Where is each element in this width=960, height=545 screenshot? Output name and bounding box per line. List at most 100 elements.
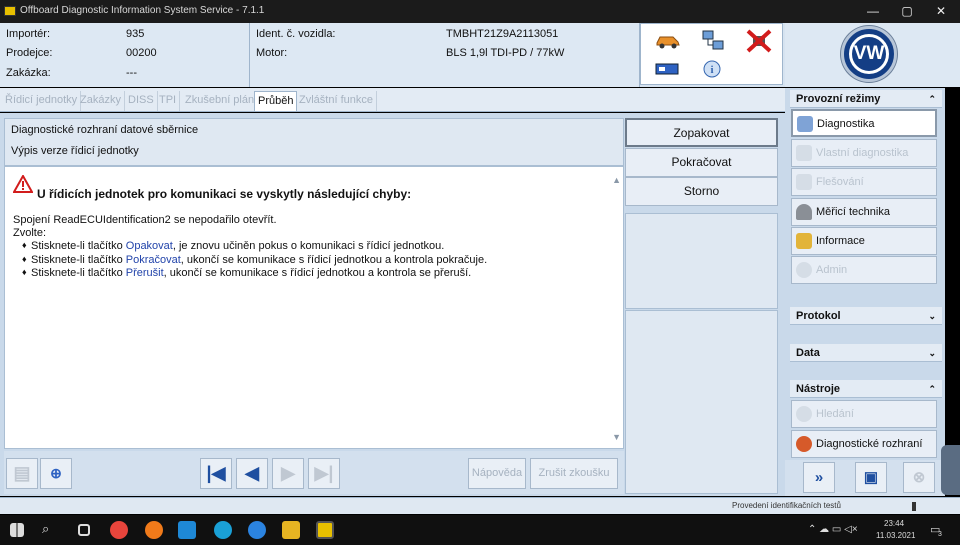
scroll-up-arrow[interactable]: ▲ [612, 175, 621, 185]
option-repeat-link[interactable]: Opakovat [126, 240, 173, 252]
close-button[interactable]: ✕ [924, 0, 958, 23]
collapse-icon[interactable]: ⌃ [928, 380, 936, 398]
tools-header[interactable]: Nástroje ⌃ [790, 380, 942, 398]
clock-date[interactable]: 11.03.2021 [876, 531, 915, 540]
vw-logo: VW [841, 26, 897, 82]
mode-flashing-label: Flešování [816, 176, 864, 188]
admin-icon [796, 262, 812, 278]
tab-progress[interactable]: Průběh [254, 91, 298, 111]
procedure-header: Diagnostické rozhraní datové sběrnice Vý… [4, 118, 624, 166]
protocol-header[interactable]: Protokol ⌄ [790, 307, 942, 325]
title-bar: Offboard Diagnostic Information System S… [0, 0, 960, 23]
option-repeat-pre: Stisknete-li tlačítko [31, 240, 126, 252]
info-icon[interactable]: i [703, 60, 721, 78]
document-icon[interactable]: ▤ [6, 458, 38, 489]
search-icon[interactable]: ⌕ [42, 521, 60, 539]
expand-icon[interactable]: ⌄ [928, 344, 936, 362]
next-step-button[interactable]: ▶ [272, 458, 304, 489]
tray-icons[interactable]: ⌃ ☁ ▭ ◁× [808, 524, 858, 535]
progress-indicator [912, 502, 916, 511]
option-continue: Stisknete-li tlačítko Pokračovat, ukončí… [22, 254, 487, 266]
engine-value: BLS 1,9l TDI-PD / 77kW [446, 47, 565, 59]
warning-icon [13, 175, 33, 193]
books-icon [796, 233, 812, 249]
car-icon[interactable] [655, 33, 681, 49]
teamviewer-icon[interactable] [248, 521, 266, 539]
dealer-value: 00200 [126, 47, 157, 59]
mode-admin-label: Admin [816, 264, 848, 276]
last-step-button[interactable]: ▶| [308, 458, 340, 489]
previous-step-button[interactable]: ◀ [236, 458, 268, 489]
dealer-label: Prodejce: [6, 47, 53, 59]
side-handle[interactable] [941, 445, 960, 495]
close-circle-icon[interactable]: ⊗ [903, 462, 935, 493]
scroll-down-arrow[interactable]: ▼ [612, 432, 621, 442]
usb-icon[interactable] [655, 62, 679, 76]
chrome-icon[interactable] [110, 521, 128, 539]
collapse-icon[interactable]: ⌃ [928, 90, 936, 108]
tab-tpi[interactable]: TPI [156, 91, 181, 111]
file-explorer-icon[interactable] [282, 521, 300, 539]
maximize-button[interactable]: ▢ [890, 0, 924, 23]
tab-test-plan[interactable]: Zkušební plán [182, 91, 259, 111]
brand-logo-box: VW [785, 23, 960, 87]
firefox-icon[interactable] [145, 521, 163, 539]
option-cancel: Stisknete-li tlačítko Přerušit, ukončí s… [22, 267, 471, 279]
cancel-button[interactable]: Storno [625, 177, 778, 206]
odis-app-icon[interactable] [316, 521, 334, 539]
cancel-test-button[interactable]: Zrušit zkoušku [530, 458, 618, 489]
tab-special-functions[interactable]: Zvláštní funkce [296, 91, 377, 111]
mode-admin[interactable]: Admin [791, 256, 937, 284]
disconnected-icon[interactable] [745, 28, 773, 54]
mode-diagnostics[interactable]: Diagnostika [791, 109, 937, 137]
clock-time[interactable]: 23:44 [884, 519, 904, 528]
order-label: Zakázka: [6, 67, 51, 79]
task-view-icon[interactable] [78, 524, 90, 536]
flashing-icon [796, 174, 812, 190]
minimize-button[interactable]: — [856, 0, 890, 23]
mode-measurement[interactable]: Měřicí technika [791, 198, 937, 226]
modes-header[interactable]: Provozní režimy ⌃ [790, 90, 942, 108]
edge-icon[interactable] [214, 521, 232, 539]
option-cancel-link[interactable]: Přerušit [126, 267, 164, 279]
tab-orders[interactable]: Zakázky [77, 91, 125, 111]
gauge-icon [796, 204, 812, 220]
expand-icon[interactable]: ⌄ [928, 307, 936, 325]
option-continue-link[interactable]: Pokračovat [126, 254, 181, 266]
tab-strip: Řídicí jednotky Zakázky DISS TPI Zkušebn… [0, 88, 785, 112]
modes-title: Provozní režimy [796, 93, 881, 105]
tab-control-units[interactable]: Řídicí jednotky [2, 91, 82, 111]
mode-self-diagnosis[interactable]: Vlastní diagnostika [791, 139, 937, 167]
diagnostics-icon [797, 116, 813, 132]
start-icon[interactable] [10, 523, 24, 537]
error-line-1: Spojení ReadECUIdentification2 se nepoda… [13, 214, 277, 226]
mode-information[interactable]: Informace [791, 227, 937, 255]
action-column: Zopakovat Pokračovat Storno [625, 118, 778, 494]
first-step-button[interactable]: |◀ [200, 458, 232, 489]
skype-icon[interactable] [178, 521, 196, 539]
option-repeat-post: , je znovu učiněn pokus o komunikaci s ř… [172, 240, 445, 252]
app-icon [4, 6, 16, 16]
continue-button[interactable]: Pokračovat [625, 148, 778, 177]
bottom-toolbar: ▤ ⊕ |◀ ◀ ▶ ▶| Nápověda Zrušit zkoušku [4, 451, 624, 494]
error-title: U řídicích jednotek pro komunikaci se vy… [37, 187, 412, 201]
dealer-box: Importér: 935 Prodejce: 00200 Zakázka: -… [0, 23, 250, 87]
importer-value: 935 [126, 28, 145, 40]
procedure-line-2: Výpis verze řídicí jednotky [11, 145, 139, 157]
zoom-document-icon[interactable]: ⊕ [40, 458, 72, 489]
data-header[interactable]: Data ⌄ [790, 344, 942, 362]
message-area[interactable]: U řídicích jednotek pro komunikaci se vy… [4, 166, 624, 449]
tool-diagnostic-interface[interactable]: Diagnostické rozhraní [791, 430, 937, 458]
tab-diss[interactable]: DISS [125, 91, 158, 111]
fit-window-icon[interactable]: ▣ [855, 462, 887, 493]
option-continue-pre: Stisknete-li tlačítko [31, 254, 126, 266]
repeat-button[interactable]: Zopakovat [625, 118, 778, 147]
vin-label: Ident. č. vozidla: [256, 28, 336, 40]
network-icon[interactable] [701, 30, 725, 52]
help-button[interactable]: Nápověda [468, 458, 526, 489]
tool-search[interactable]: Hledání [791, 400, 937, 428]
forward-icon[interactable]: » [803, 462, 835, 493]
tool-search-label: Hledání [816, 408, 854, 420]
mode-flashing[interactable]: Flešování [791, 168, 937, 196]
data-title: Data [796, 347, 820, 359]
